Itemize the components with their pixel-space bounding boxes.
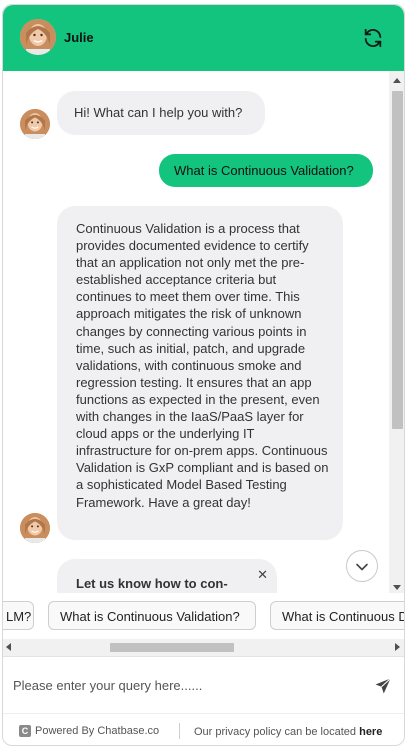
scroll-right-arrow-icon[interactable]	[395, 643, 400, 651]
send-icon[interactable]	[374, 677, 392, 695]
bot-message: Hi! What can I help you with?	[57, 91, 265, 135]
horizontal-scroll-thumb[interactable]	[110, 643, 234, 652]
user-message: What is Continuous Validation?	[159, 154, 373, 187]
vertical-scroll-thumb[interactable]	[392, 91, 403, 429]
chat-header: Julie	[3, 5, 404, 71]
chat-widget: Julie Hi! What can I help you with? What…	[2, 4, 405, 746]
feedback-popup-text: Let us know how to con-	[76, 576, 228, 591]
message-list: Hi! What can I help you with? What is Co…	[3, 71, 389, 593]
powered-by[interactable]: C Powered By Chatbase.co	[19, 725, 159, 737]
scroll-up-arrow-icon[interactable]	[393, 78, 401, 83]
bot-avatar	[20, 109, 50, 139]
chevron-down-icon	[356, 563, 368, 571]
message-input-row	[3, 656, 404, 713]
bot-avatar	[20, 513, 50, 543]
powered-by-text: Powered By Chatbase.co	[35, 725, 160, 737]
horizontal-scrollbar[interactable]	[3, 639, 404, 656]
vertical-scrollbar[interactable]	[389, 71, 404, 593]
footer-divider	[179, 723, 180, 739]
query-input[interactable]	[3, 657, 363, 713]
scroll-left-arrow-icon[interactable]	[6, 643, 11, 651]
agent-name: Julie	[64, 30, 94, 45]
bot-answer-message: Continuous Validation is a process that …	[57, 206, 343, 540]
suggestion-chip[interactable]: What is Continuous D	[270, 601, 404, 630]
suggestion-chip[interactable]: What is Continuous Validation?	[48, 601, 256, 630]
privacy-policy: Our privacy policy can be located here	[194, 726, 382, 738]
suggestion-chips: LM? What is Continuous Validation? What …	[3, 593, 404, 639]
scroll-down-arrow-icon[interactable]	[393, 585, 401, 590]
agent-avatar	[20, 19, 56, 55]
refresh-icon[interactable]	[362, 27, 384, 49]
close-icon[interactable]: ✕	[257, 566, 268, 583]
footer: C Powered By Chatbase.co Our privacy pol…	[3, 713, 404, 745]
scroll-to-bottom-button[interactable]	[346, 550, 378, 582]
privacy-policy-text: Our privacy policy can be located	[194, 726, 357, 738]
suggestion-chip[interactable]: LM?	[3, 601, 34, 630]
chatbase-logo-icon: C	[19, 725, 31, 737]
feedback-popup: Let us know how to con- ✕	[57, 559, 277, 593]
privacy-policy-link[interactable]: here	[359, 726, 382, 738]
